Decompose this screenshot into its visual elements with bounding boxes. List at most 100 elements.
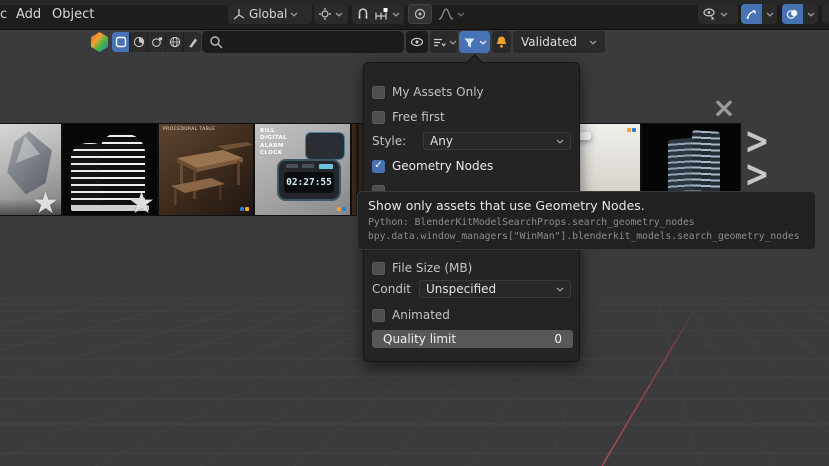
tab-materials[interactable]	[130, 32, 148, 52]
chevron-down-icon	[290, 12, 298, 17]
viewport-header: c Add Object Global	[0, 0, 829, 30]
chevron-down-icon	[457, 12, 465, 17]
menu-add[interactable]: Add	[12, 6, 45, 23]
asset-thumbnail-table[interactable]: PROCEDURAL TABLE	[159, 124, 253, 215]
gizmo-icon	[746, 10, 756, 19]
snap-magnet-icon[interactable]	[356, 7, 370, 21]
tab-brushes[interactable]	[184, 32, 201, 52]
filter-row-geometry-nodes: ✓ Geometry Nodes	[372, 157, 571, 175]
vendor-logo	[627, 128, 636, 132]
asset-thumbnail-rock[interactable]: ★	[0, 124, 61, 215]
menu-object[interactable]: Object	[48, 6, 98, 23]
proportional-circle-icon	[414, 8, 426, 20]
free-first-checkbox[interactable]	[372, 110, 385, 124]
quality-limit-label: Quality limit	[383, 332, 457, 346]
free-star-badge: ★	[128, 186, 155, 216]
condition-select[interactable]: Unspecified	[419, 280, 571, 298]
preview-eye-button[interactable]	[406, 31, 428, 53]
model-icon	[115, 36, 126, 48]
ribbon-filter-dropdown[interactable]: Validated	[513, 31, 605, 53]
tab-models[interactable]	[112, 32, 130, 52]
file-size-label: File Size (MB)	[392, 261, 473, 275]
chevron-down-icon	[449, 40, 456, 45]
search-input[interactable]	[228, 34, 397, 50]
table-illustration	[171, 142, 253, 205]
quality-limit-value: 0	[554, 332, 562, 346]
show-overlays-toggle[interactable]	[782, 4, 803, 24]
x-axis-line	[601, 296, 704, 466]
gizmo-dropdown[interactable]	[762, 4, 777, 24]
my-assets-label: My Assets Only	[392, 85, 484, 99]
filter-row-free-first: Free first	[372, 108, 571, 126]
tooltip-python-path: bpy.data.window_managers["WinMan"].blend…	[368, 231, 800, 243]
thumbnail-caption: BILL DIGITAL ALARM CLOCK	[260, 128, 288, 157]
blender-window: c Add Object Global Validated ★ ★ PROCED…	[0, 0, 829, 466]
geometry-nodes-tooltip: Show only assets that use Geometry Nodes…	[357, 191, 816, 250]
chevron-down-icon	[479, 40, 486, 45]
asset-thumbnail-building[interactable]: ★	[63, 124, 157, 215]
chevron-down-icon	[720, 12, 728, 17]
filter-row-my-assets: My Assets Only	[372, 83, 571, 101]
style-value: Any	[430, 134, 453, 148]
proportional-editing-toggle[interactable]	[408, 4, 432, 24]
filter-funnel-icon	[464, 38, 474, 47]
chevron-down-icon	[335, 12, 343, 17]
clock-back	[305, 132, 345, 160]
condition-label: Conditi...	[372, 282, 412, 296]
quality-limit-slider[interactable]: Quality limit 0	[372, 330, 573, 348]
chevron-down-icon	[556, 139, 564, 144]
snap-increment-icon[interactable]	[374, 7, 388, 21]
pivot-point-dropdown[interactable]	[314, 4, 348, 24]
chevron-down-icon	[589, 40, 597, 45]
file-size-checkbox[interactable]	[372, 261, 385, 275]
overlays-dropdown[interactable]	[803, 4, 818, 24]
material-sphere-icon	[133, 36, 144, 48]
search-icon	[210, 36, 223, 49]
filter-dropdown-button[interactable]	[459, 31, 490, 53]
clock-button	[286, 164, 298, 168]
overlays-icon	[786, 9, 798, 19]
view-object-types-dropdown[interactable]	[698, 4, 738, 24]
bell-icon	[496, 36, 507, 48]
my-assets-checkbox[interactable]	[372, 85, 385, 99]
tooltip-python-property: Python: BlenderKitModelSearchProps.searc…	[368, 217, 695, 228]
scroll-next-button-2[interactable]: >	[744, 152, 770, 196]
ribbon-filter-value: Validated	[521, 35, 577, 49]
style-label: Style:	[372, 134, 407, 148]
tab-scenes[interactable]	[148, 32, 166, 52]
filter-row-condition: Conditi... Unspecified	[372, 280, 571, 298]
proportional-falloff-dropdown[interactable]	[434, 4, 470, 24]
tab-hdrs[interactable]	[166, 32, 184, 52]
geometry-nodes-label: Geometry Nodes	[392, 159, 494, 173]
vendor-logo	[337, 207, 346, 211]
asset-search-field[interactable]	[202, 31, 404, 53]
transform-orientation-dropdown[interactable]: Global	[228, 4, 312, 24]
world-globe-icon	[169, 36, 180, 48]
asset-type-tabs	[112, 32, 201, 52]
clock-display: 02:27:55	[284, 172, 334, 193]
filter-row-style: Style: Any	[372, 132, 571, 150]
condition-value: Unspecified	[426, 282, 497, 296]
tooltip-title: Show only assets that use Geometry Nodes…	[368, 198, 645, 213]
falloff-curve-icon	[438, 8, 454, 20]
notifications-button[interactable]	[492, 31, 511, 53]
chevron-down-icon	[392, 12, 400, 17]
asset-thumbnail-clock[interactable]: BILL DIGITAL ALARM CLOCK 02:27:55	[255, 124, 350, 215]
sort-dropdown[interactable]	[430, 31, 458, 53]
orientation-value: Global	[249, 7, 288, 21]
chevron-down-icon	[556, 287, 564, 292]
animated-checkbox[interactable]	[372, 308, 385, 322]
blenderkit-logo[interactable]	[89, 31, 110, 53]
clipped-menu-item[interactable]: c	[0, 6, 12, 23]
eye-cursor-icon	[703, 8, 715, 21]
free-star-badge: ★	[32, 186, 59, 216]
style-select[interactable]: Any	[423, 132, 571, 150]
brush-icon	[188, 38, 197, 48]
close-asset-bar-button[interactable]: ×	[709, 91, 739, 124]
shading-mode-button-clipped[interactable]	[822, 4, 829, 24]
free-first-label: Free first	[392, 110, 445, 124]
clock-body: 02:27:55	[277, 159, 341, 201]
vendor-logo	[240, 207, 249, 211]
geometry-nodes-checkbox[interactable]: ✓	[372, 159, 385, 173]
show-gizmo-toggle[interactable]	[741, 4, 762, 24]
